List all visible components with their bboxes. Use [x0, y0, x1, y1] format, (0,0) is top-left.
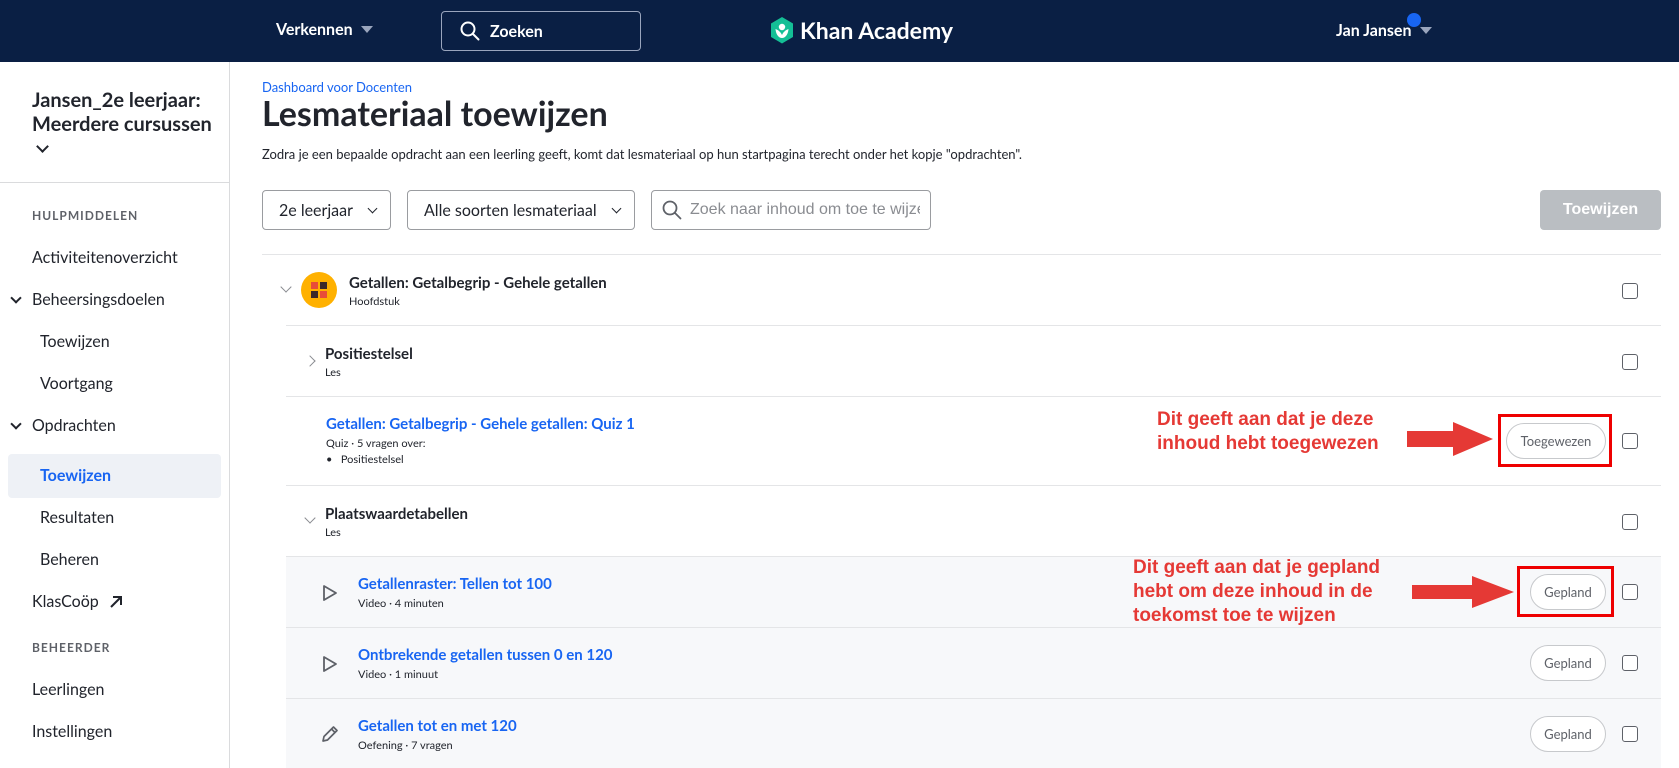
class-selector[interactable]: Jansen_2e leerjaar: Meerdere cursussen	[32, 88, 217, 160]
row-checkbox[interactable]	[1622, 584, 1638, 600]
search-icon	[460, 21, 480, 41]
annotation-line: Dit geeft aan dat je deze	[1157, 409, 1374, 430]
sidebar-item-progress[interactable]: Voortgang	[40, 374, 113, 393]
status-badge-planned[interactable]: Gepland	[1530, 645, 1606, 681]
highlight-box-assigned	[1498, 414, 1612, 467]
sidebar-item-label: KlasCoöp	[32, 592, 99, 611]
annotation-line: Dit geeft aan dat je gepland	[1133, 557, 1381, 578]
list-item-exercise: Getallen tot en met 120 Oefening · 7 vra…	[286, 698, 1661, 768]
arrow-icon	[1407, 422, 1493, 456]
khan-academy-logo[interactable]: Khan Academy	[770, 16, 953, 44]
annotation-line: toekomst toe te wijzen	[1133, 605, 1336, 626]
content-search-input[interactable]	[690, 201, 920, 219]
bullet-text: Positiestelsel	[340, 453, 404, 466]
explore-menu[interactable]: Verkennen	[276, 20, 373, 39]
annotation-planned: Dit geeft aan dat je gepland hebt om dez…	[1133, 556, 1380, 628]
blocks-icon	[311, 282, 327, 298]
content-search-field[interactable]	[651, 190, 931, 230]
row-subtitle: Les	[325, 526, 341, 539]
list-item-unit: Getallen: Getalbegrip - Gehele getallen …	[262, 254, 1661, 325]
chevron-down-icon	[36, 140, 49, 153]
sidebar-item-mastery-goals[interactable]: Beheersingsdoelen	[10, 290, 165, 309]
chevron-down-icon	[367, 203, 378, 213]
row-subtitle: Video · 1 minuut	[358, 668, 439, 681]
content-type-dropdown[interactable]: Alle soorten lesmateriaal	[407, 190, 635, 230]
row-title: Getallen: Getalbegrip - Gehele getallen	[349, 274, 607, 292]
grade-dropdown[interactable]: 2e leerjaar	[262, 190, 391, 230]
list-item-video: Ontbrekende getallen tussen 0 en 120 Vid…	[286, 627, 1661, 698]
global-search-button[interactable]: Zoeken	[441, 11, 641, 51]
chevron-down-icon	[1419, 27, 1432, 34]
content-type-value: Alle soorten lesmateriaal	[424, 200, 597, 220]
user-name: Jan Jansen	[1336, 21, 1412, 40]
pencil-icon	[322, 726, 338, 742]
row-checkbox[interactable]	[1622, 354, 1638, 370]
search-label: Zoeken	[490, 21, 543, 41]
sidebar-item-settings[interactable]: Instellingen	[32, 722, 112, 741]
highlight-box-planned	[1517, 566, 1614, 617]
row-title-link[interactable]: Getallenraster: Tellen tot 100	[358, 575, 552, 593]
row-title-link[interactable]: Getallen: Getalbegrip - Gehele getallen:…	[326, 415, 635, 433]
annotation-line: inhoud hebt toegewezen	[1157, 433, 1379, 454]
row-subtitle: Quiz · 5 vragen over:	[326, 437, 426, 450]
sidebar-item-label: Beheersingsdoelen	[32, 290, 165, 309]
annotation-assigned: Dit geeft aan dat je deze inhoud hebt to…	[1157, 408, 1379, 456]
list-item-lesson: Plaatswaardetabellen Les	[286, 485, 1661, 556]
arrow-icon	[1412, 576, 1514, 608]
row-title: Positiestelsel	[325, 345, 413, 363]
sidebar-item-results[interactable]: Resultaten	[40, 508, 114, 527]
sidebar-item-activity[interactable]: Activiteitenoverzicht	[32, 248, 178, 267]
row-subtitle: Hoofdstuk	[349, 295, 400, 308]
chevron-down-icon	[10, 291, 22, 304]
row-title-link[interactable]: Ontbrekende getallen tussen 0 en 120	[358, 646, 612, 664]
play-icon	[323, 656, 337, 672]
sidebar-item-mastery-assign[interactable]: Toewijzen	[40, 332, 110, 351]
chevron-down-icon[interactable]	[304, 512, 316, 524]
top-navigation-bar: Verkennen Zoeken Khan Academy Jan Jansen	[0, 0, 1679, 62]
sidebar-item-assignments[interactable]: Opdrachten	[10, 416, 116, 435]
sidebar-item-klascoop[interactable]: KlasCoöp	[32, 592, 123, 611]
sidebar-item-label: Opdrachten	[32, 416, 116, 435]
explore-label: Verkennen	[276, 20, 353, 39]
play-icon	[323, 585, 337, 601]
row-checkbox[interactable]	[1622, 433, 1638, 449]
row-checkbox[interactable]	[1622, 283, 1638, 299]
chevron-down-icon	[611, 203, 622, 213]
sidebar: Jansen_2e leerjaar: Meerdere cursussen H…	[0, 62, 230, 768]
list-item-lesson: Positiestelsel Les	[286, 325, 1661, 396]
chevron-down-icon[interactable]	[280, 281, 292, 293]
sidebar-item-assign-active[interactable]: Toewijzen	[40, 466, 111, 485]
sidebar-item-students[interactable]: Leerlingen	[32, 680, 104, 699]
sidebar-item-manage[interactable]: Beheren	[40, 550, 99, 569]
unit-icon	[301, 272, 337, 308]
status-badge-planned[interactable]: Gepland	[1530, 716, 1606, 752]
assign-button[interactable]: Toewijzen	[1540, 190, 1661, 230]
row-title: Plaatswaardetabellen	[325, 505, 468, 523]
sidebar-divider	[0, 182, 229, 183]
chevron-down-icon	[360, 26, 373, 33]
row-subtitle: Video · 4 minuten	[358, 597, 444, 610]
notification-dot	[1407, 13, 1421, 27]
row-checkbox[interactable]	[1622, 726, 1638, 742]
grade-value: 2e leerjaar	[279, 200, 353, 220]
row-checkbox[interactable]	[1622, 514, 1638, 530]
class-title: Jansen_2e leerjaar: Meerdere cursussen	[32, 88, 212, 136]
page-title: Lesmateriaal toewijzen	[262, 93, 608, 134]
row-subtitle: Oefening · 7 vragen	[358, 739, 453, 752]
row-subtitle: Les	[325, 366, 341, 379]
chevron-right-icon[interactable]	[304, 355, 316, 367]
page-description: Zodra je een bepaalde opdracht aan een l…	[262, 146, 1022, 162]
row-title-link[interactable]: Getallen tot en met 120	[358, 717, 517, 735]
chevron-down-icon	[10, 417, 22, 430]
search-icon	[662, 200, 682, 220]
section-heading-tools: HULPMIDDELEN	[32, 208, 139, 223]
annotation-line: hebt om deze inhoud in de	[1133, 581, 1373, 602]
section-heading-admin: BEHEERDER	[32, 640, 111, 655]
row-checkbox[interactable]	[1622, 655, 1638, 671]
row-bullet: • Positiestelsel	[326, 453, 404, 466]
external-link-icon	[110, 595, 122, 608]
logo-text: Khan Academy	[800, 16, 954, 44]
khan-logo-icon	[771, 16, 793, 43]
